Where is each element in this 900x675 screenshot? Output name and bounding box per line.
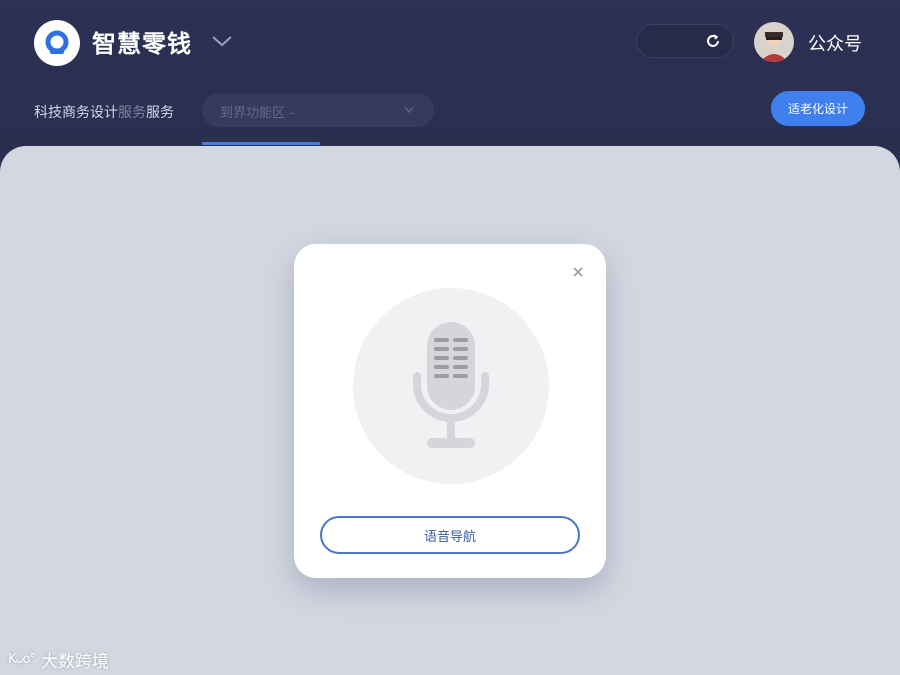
- watermark-text: 大数跨境: [40, 652, 109, 672]
- search-box[interactable]: [636, 24, 734, 58]
- watermark-logo: Kᴗo°: [8, 652, 36, 667]
- close-icon[interactable]: [572, 266, 584, 278]
- dropdown-text: 到界功能区 -: [220, 106, 294, 121]
- voice-dialog: 语音导航: [294, 244, 606, 578]
- watermark: Kᴗo° 大数跨境: [8, 647, 109, 672]
- account-label[interactable]: 公众号: [808, 30, 862, 56]
- function-dropdown[interactable]: 到界功能区 -: [202, 93, 434, 127]
- app-logo-icon[interactable]: [34, 20, 80, 66]
- refresh-icon[interactable]: [705, 33, 721, 49]
- nav-label-main: 科技商务设计: [34, 105, 118, 121]
- nav-label-blur: 服务: [118, 105, 146, 121]
- nav-label-tail: 服务: [146, 105, 174, 121]
- chevron-down-icon[interactable]: [210, 33, 234, 49]
- active-tab-indicator: [202, 142, 320, 145]
- avatar[interactable]: [754, 22, 794, 62]
- voice-navigation-button[interactable]: 语音导航: [320, 516, 580, 554]
- nav-breadcrumb: 科技商务设计服务服务: [34, 102, 174, 122]
- app-title: 智慧零钱: [92, 30, 192, 58]
- microphone-icon[interactable]: [401, 316, 501, 458]
- top-header: 智慧零钱 公众号 科技商务设计服务服务 到界功能区 - 适老化设计: [0, 0, 900, 150]
- chevron-down-icon: [404, 106, 414, 114]
- senior-mode-button[interactable]: 适老化设计: [771, 91, 865, 126]
- microphone-container[interactable]: [353, 288, 549, 484]
